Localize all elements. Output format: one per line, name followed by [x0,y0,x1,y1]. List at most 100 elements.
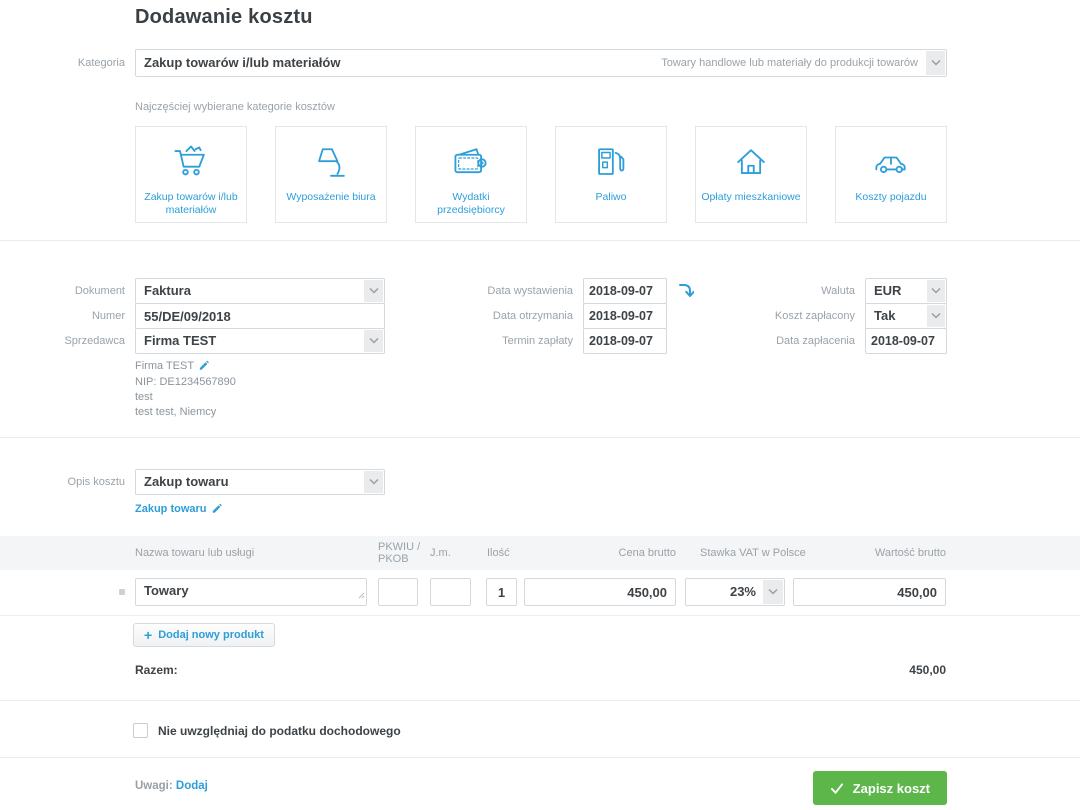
opis-kosztu-edit-link[interactable]: Zakup towaru [135,502,222,516]
opis-kosztu-value: Zakup towaru [144,474,229,489]
item-cena-brutto-input[interactable] [524,578,676,606]
item-pkwiu-input[interactable] [378,578,418,606]
edit-pencil-icon[interactable] [198,359,209,375]
exclude-income-tax-checkbox[interactable] [133,723,148,738]
item-wartosc-brutto-input[interactable] [793,578,946,606]
chevron-down-icon[interactable] [926,51,945,75]
add-cost-page: Dodawanie kosztu Kategoria Zakup towarów… [0,0,1080,810]
data-zaplacenia-label: Data zapłacenia [655,328,865,354]
uwagi-label: Uwagi: [135,780,173,792]
sprzedawca-select[interactable]: Firma TEST [135,328,385,354]
category-tile-paliwo[interactable]: Paliwo [555,126,667,223]
termin-zaplaty-label: Termin zapłaty [413,328,583,354]
description-row: Opis kosztu Zakup towaru [0,469,1080,495]
payment-column: Waluta EUR Koszt zapłacony Tak Data zapł… [655,278,947,354]
house-icon [729,127,773,185]
item-row: Towary 23% [0,570,1080,616]
tile-label: Koszty pojazdu [850,185,931,204]
divider [0,437,1080,438]
tile-label: Wyposażenie biura [281,185,380,204]
item-jm-input[interactable] [430,578,471,606]
category-tile-zakup-towarow[interactable]: Zakup towarów i/lub materiałów [135,126,247,223]
col-header-wartosc-brutto: Wartość brutto [793,536,946,570]
waluta-select[interactable]: EUR [865,278,947,304]
tile-label: Opłaty mieszkaniowe [696,185,805,204]
total-value: 450,00 [909,663,946,677]
exclude-income-tax-label: Nie uwzględniaj do podatku dochodowego [158,724,401,738]
notes-row: Uwagi: Dodaj [135,780,208,792]
add-product-label: Dodaj nowy produkt [158,629,264,641]
category-select-hint: Towary handlowe lub materiały do produkc… [661,50,918,76]
seller-address-line: test test, Niemcy [135,405,236,420]
koszt-zaplacony-value: Tak [874,308,895,323]
data-zaplacenia-input[interactable] [865,328,947,354]
data-wystawienia-label: Data wystawienia [413,278,583,304]
car-icon [869,127,913,185]
divider [0,700,1080,701]
col-header-jm: J.m. [430,536,471,570]
opis-kosztu-edit-text: Zakup towaru [135,503,207,515]
favorite-categories-heading: Najczęściej wybierane kategorie kosztów [135,101,335,113]
item-vat-select[interactable]: 23% [685,578,785,606]
page-title: Dodawanie kosztu [135,6,313,29]
shopping-cart-icon [169,127,213,185]
koszt-zaplacony-label: Koszt zapłacony [655,303,865,329]
chevron-down-icon[interactable] [927,305,945,327]
edit-pencil-icon [211,502,222,516]
dokument-value: Faktura [144,283,191,298]
col-header-ilosc: Ilość [487,536,527,570]
chevron-down-icon[interactable] [763,580,783,604]
seller-nip: NIP: DE1234567890 [135,375,236,390]
waluta-label: Waluta [655,278,865,304]
category-label: Kategoria [0,49,125,77]
dokument-select[interactable]: Faktura [135,278,385,304]
waluta-value: EUR [874,283,901,298]
items-table-header: Nazwa towaru lub usługi PKWIU / PKOB J.m… [0,536,1080,570]
opis-kosztu-label: Opis kosztu [0,469,125,495]
favorite-category-tiles: Zakup towarów i/lub materiałów Wyposażen… [135,126,947,223]
opis-kosztu-select[interactable]: Zakup towaru [135,469,385,495]
fuel-pump-icon [589,127,633,185]
category-tile-koszty-pojazdu[interactable]: Koszty pojazdu [835,126,947,223]
save-cost-button[interactable]: Zapisz koszt [813,771,947,805]
col-header-nazwa: Nazwa towaru lub usługi [135,536,367,570]
tile-label: Zakup towarów i/lub materiałów [136,185,246,217]
dokument-label: Dokument [0,278,135,304]
plus-icon: + [144,628,152,642]
tile-label: Wydatki przedsiębiorcy [416,185,526,217]
item-vat-value: 23% [730,584,756,599]
sprzedawca-value: Firma TEST [144,333,216,348]
sprzedawca-label: Sprzedawca [0,328,135,354]
chevron-down-icon[interactable] [364,471,383,493]
total-label: Razem: [135,663,178,677]
divider [0,240,1080,241]
chevron-down-icon[interactable] [927,280,945,302]
item-name-textarea[interactable]: Towary [135,578,367,606]
chevron-down-icon[interactable] [364,330,383,352]
koszt-zaplacony-select[interactable]: Tak [865,303,947,329]
uwagi-add-link[interactable]: Dodaj [176,780,208,792]
category-tile-wydatki-przedsiebiorcy[interactable]: Wydatki przedsiębiorcy [415,126,527,223]
col-header-cena-brutto: Cena brutto [524,536,676,570]
category-select[interactable]: Zakup towarów i/lub materiałów Towary ha… [135,49,947,77]
data-otrzymania-label: Data otrzymania [413,303,583,329]
row-drag-handle[interactable] [119,589,125,595]
item-ilosc-input[interactable] [486,578,517,606]
document-column: Dokument Faktura Numer Sprzedawca Firma … [0,278,385,354]
save-button-label: Zapisz koszt [853,781,930,796]
category-row: Kategoria Zakup towarów i/lub materiałów… [0,49,1080,77]
dates-column: Data wystawienia Data otrzymania Termin … [413,278,694,354]
seller-address-line: test [135,390,236,405]
chevron-down-icon[interactable] [364,280,383,302]
wallet-icon [449,127,493,185]
col-header-pkwiu: PKWIU / PKOB [378,536,426,570]
numer-label: Numer [0,303,135,329]
desk-lamp-icon [309,127,353,185]
category-tile-oplaty-mieszkaniowe[interactable]: Opłaty mieszkaniowe [695,126,807,223]
seller-details: Firma TEST NIP: DE1234567890 test test t… [135,359,236,420]
item-name-cell: Towary [135,578,367,606]
category-select-value: Zakup towarów i/lub materiałów [144,55,340,70]
category-tile-wyposazenie-biura[interactable]: Wyposażenie biura [275,126,387,223]
add-product-button[interactable]: + Dodaj nowy produkt [133,623,275,647]
numer-input[interactable] [135,303,385,329]
